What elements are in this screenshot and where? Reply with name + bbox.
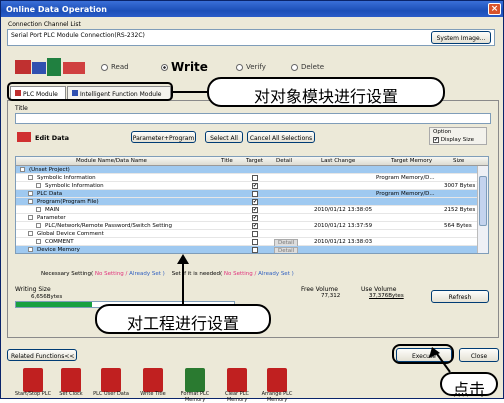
- click-callout: 点击: [440, 372, 498, 399]
- project-setting-callout: 对工程进行设置: [95, 304, 271, 334]
- project-arrow-head: [177, 254, 189, 264]
- annotation-arrows: [173, 91, 451, 373]
- execute-outline: [392, 344, 454, 364]
- module-setting-callout: 对对象模块进行设置: [207, 77, 445, 107]
